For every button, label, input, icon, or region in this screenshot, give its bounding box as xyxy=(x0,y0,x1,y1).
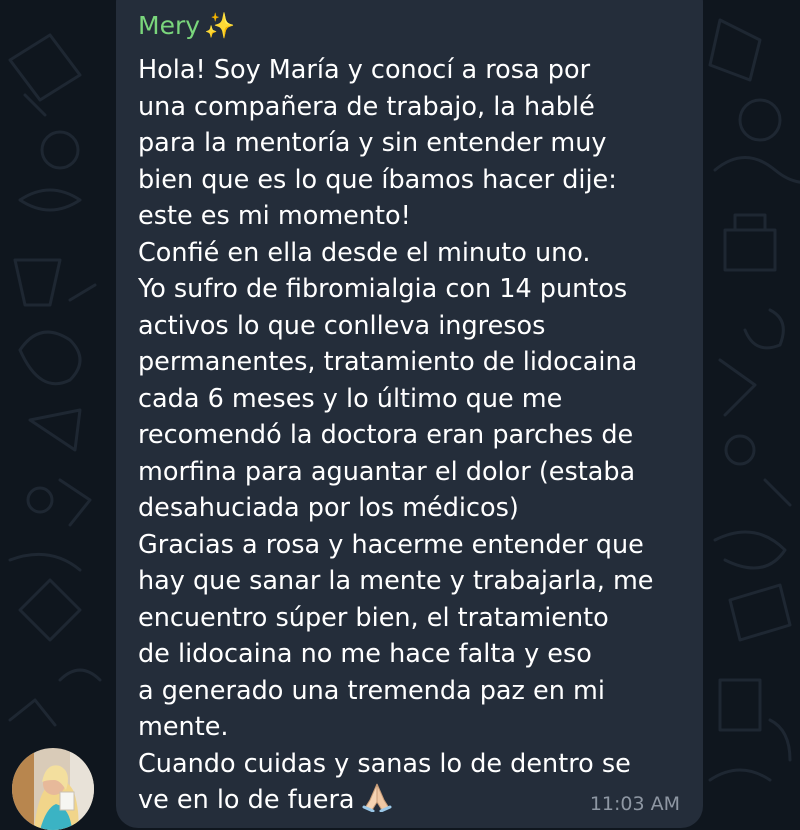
message-line: Gracias a rosa y hacerme entender que xyxy=(138,527,698,564)
message-line-text: mente. xyxy=(138,712,229,742)
message-line: cada 6 meses y lo último que me xyxy=(138,381,698,418)
message-line: morfina para aguantar el dolor (estaba xyxy=(138,454,698,491)
message-line: para la mentoría y sin entender muy xyxy=(138,125,698,162)
message-line-text: activos lo que conlleva ingresos xyxy=(138,310,546,341)
message-line: desahuciada por los médicos) xyxy=(138,490,698,527)
sender-avatar[interactable] xyxy=(12,748,94,830)
message-line-text: Hola! Soy María y conocí a rosa por xyxy=(138,55,591,85)
message-line-text: para la mentoría y sin entender muy xyxy=(138,128,607,158)
folded-hands-icon xyxy=(362,783,392,812)
message-line: bien que es lo que íbamos hacer dije: xyxy=(138,162,698,199)
message-line-text: una compañera de trabajo, la hablé xyxy=(138,91,595,122)
message-line: Confié en ella desde el minuto uno. xyxy=(138,235,698,272)
message-line: permanentes, tratamiento de lidocaina xyxy=(138,344,698,381)
message-line: a generado una tremenda paz en mi xyxy=(138,673,698,710)
sender-name[interactable]: Mery ✨ xyxy=(138,9,235,43)
message-timestamp: 11:03 AM xyxy=(589,793,680,815)
message-line-text: encuentro súper bien, el tratamiento xyxy=(138,602,609,633)
message-line-text: permanentes, tratamiento de lidocaina xyxy=(138,347,638,377)
message-line-text: de lidocaina no me hace falta y eso xyxy=(138,639,592,669)
message-line: encuentro súper bien, el tratamiento xyxy=(138,600,698,637)
message-line-text: bien que es lo que íbamos hacer dije: xyxy=(138,164,617,195)
message-line: activos lo que conlleva ingresos xyxy=(138,308,698,345)
sparkles-emoji: ✨ xyxy=(204,11,236,40)
message-line: recomendó la doctora eran parches de xyxy=(138,417,698,454)
message-line: Cuando cuidas y sanas lo de dentro se xyxy=(138,746,698,783)
message-line-text: Yo sufro de fibromialgia con 14 puntos xyxy=(138,274,628,304)
sender-name-text: Mery xyxy=(138,11,201,40)
message-line-text: a generado una tremenda paz en mi xyxy=(138,675,605,706)
message-line-text: hay que sanar la mente y trabajarla, me xyxy=(138,566,654,596)
message-line-text: desahuciada por los médicos) xyxy=(138,493,519,523)
message-line-text: Confié en ella desde el minuto uno. xyxy=(138,237,591,268)
message-line-text: Cuando cuidas y sanas lo de dentro se xyxy=(138,748,631,779)
message-line-text: ve en lo de fuera xyxy=(138,785,355,815)
message-line-text: recomendó la doctora eran parches de xyxy=(138,420,634,450)
message-line: Hola! Soy María y conocí a rosa por xyxy=(138,52,698,89)
message-line: de lidocaina no me hace falta y eso xyxy=(138,636,698,673)
message-line: Yo sufro de fibromialgia con 14 puntos xyxy=(138,271,698,308)
message-line: mente. xyxy=(138,709,698,746)
message-line-text: este es mi momento! xyxy=(138,201,411,231)
message-line: hay que sanar la mente y trabajarla, me xyxy=(138,563,698,600)
message-line: una compañera de trabajo, la hablé xyxy=(138,89,698,126)
avatar-photo xyxy=(12,748,94,830)
message-line-text: morfina para aguantar el dolor (estaba xyxy=(138,456,636,487)
message-text: Hola! Soy María y conocí a rosa por una c… xyxy=(138,52,698,819)
message-line-text: cada 6 meses y lo último que me xyxy=(138,383,563,414)
message-line-text: Gracias a rosa y hacerme entender que xyxy=(138,529,644,560)
message-line: este es mi momento! xyxy=(138,198,698,235)
